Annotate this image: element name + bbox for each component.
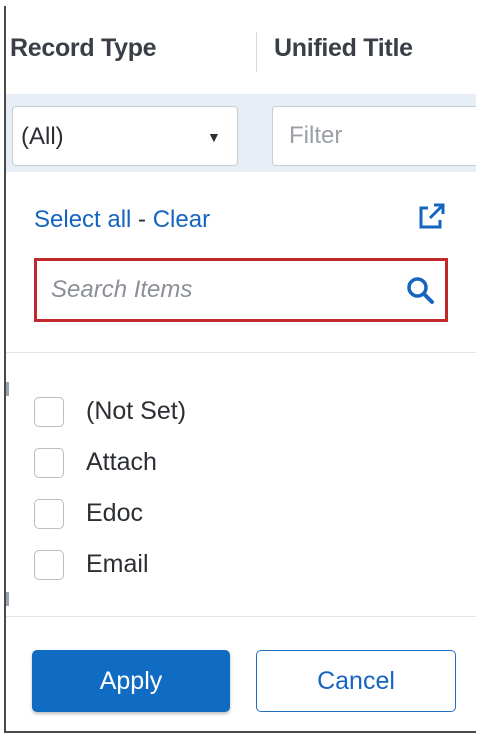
select-links: Select all - Clear	[34, 206, 210, 234]
checkbox[interactable]	[34, 549, 64, 580]
edge-mark	[6, 382, 9, 396]
select-all-link[interactable]: Select all	[34, 206, 131, 233]
list-item[interactable]: Attach	[34, 437, 186, 488]
items-list: (Not Set) Attach Edoc Email	[34, 386, 186, 590]
filter-dropdown-panel: Select all - Clear (Not Set) Attach	[6, 172, 476, 731]
search-items-box	[34, 258, 448, 322]
list-item[interactable]: Edoc	[34, 488, 186, 539]
cancel-button[interactable]: Cancel	[256, 650, 456, 712]
item-label: Email	[86, 550, 149, 578]
search-icon[interactable]	[405, 275, 435, 305]
apply-button[interactable]: Apply	[32, 650, 230, 712]
search-items-input[interactable]	[37, 261, 411, 319]
panel-divider	[6, 616, 476, 617]
list-item[interactable]: Email	[34, 539, 186, 590]
record-type-select[interactable]: (All) ▼	[12, 106, 238, 166]
panel-divider	[6, 352, 476, 353]
caret-down-icon: ▼	[207, 129, 221, 145]
external-link-icon[interactable]	[416, 202, 446, 232]
checkbox[interactable]	[34, 498, 64, 529]
list-item[interactable]: (Not Set)	[34, 386, 186, 437]
column-header-record-type[interactable]: Record Type	[10, 34, 157, 63]
record-type-filter-popup: Record Type Unified Title (All) ▼ Select…	[4, 6, 476, 733]
column-header-unified-title[interactable]: Unified Title	[274, 34, 413, 63]
clear-link[interactable]: Clear	[153, 206, 210, 233]
link-separator: -	[131, 206, 153, 233]
unified-title-filter-input[interactable]	[272, 106, 476, 166]
edge-mark	[6, 592, 9, 606]
filter-row: (All) ▼	[6, 94, 476, 172]
checkbox[interactable]	[34, 447, 64, 478]
column-divider[interactable]	[256, 32, 257, 72]
select-value: (All)	[21, 123, 64, 150]
column-header-row: Record Type Unified Title	[6, 6, 476, 94]
item-label: (Not Set)	[86, 397, 187, 425]
checkbox[interactable]	[34, 396, 64, 427]
item-label: Edoc	[86, 499, 143, 527]
item-label: Attach	[86, 448, 157, 476]
